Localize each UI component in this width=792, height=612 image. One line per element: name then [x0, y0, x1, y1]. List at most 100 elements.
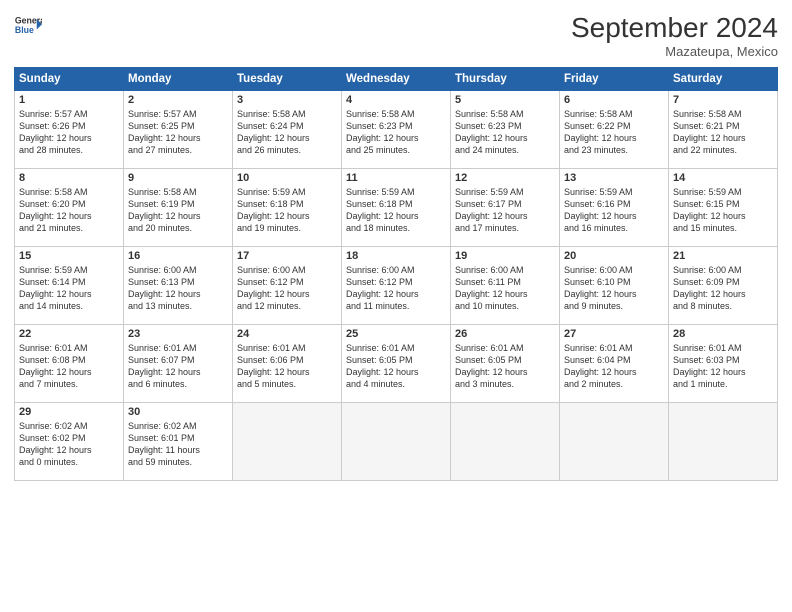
day-cell: 2 Sunrise: 5:57 AMSunset: 6:25 PMDaylight…	[124, 91, 233, 169]
day-cell: 23 Sunrise: 6:01 AMSunset: 6:07 PMDayligh…	[124, 325, 233, 403]
day-info: Sunrise: 5:58 AMSunset: 6:23 PMDaylight:…	[455, 108, 555, 157]
day-info: Sunrise: 6:01 AMSunset: 6:06 PMDaylight:…	[237, 342, 337, 391]
day-number: 29	[19, 406, 119, 418]
day-cell: 4 Sunrise: 5:58 AMSunset: 6:23 PMDaylight…	[342, 91, 451, 169]
day-number: 5	[455, 94, 555, 106]
day-number: 19	[455, 250, 555, 262]
day-number: 30	[128, 406, 228, 418]
day-info: Sunrise: 6:00 AMSunset: 6:11 PMDaylight:…	[455, 264, 555, 313]
day-number: 27	[564, 328, 664, 340]
day-info: Sunrise: 5:58 AMSunset: 6:22 PMDaylight:…	[564, 108, 664, 157]
day-number: 11	[346, 172, 446, 184]
day-number: 20	[564, 250, 664, 262]
logo-icon: General Blue	[14, 12, 42, 40]
day-cell: 18Sunrise: 6:00 AMSunset: 6:12 PMDayligh…	[342, 247, 451, 325]
day-info: Sunrise: 6:01 AMSunset: 6:03 PMDaylight:…	[673, 342, 773, 391]
svg-text:Blue: Blue	[15, 25, 34, 35]
day-info: Sunrise: 5:59 AMSunset: 6:16 PMDaylight:…	[564, 186, 664, 235]
day-cell: 20 Sunrise: 6:00 AMSunset: 6:10 PMDayligh…	[560, 247, 669, 325]
day-info: Sunrise: 6:01 AMSunset: 6:04 PMDaylight:…	[564, 342, 664, 391]
day-number: 18	[346, 250, 446, 262]
day-info: Sunrise: 5:59 AMSunset: 6:18 PMDaylight:…	[346, 186, 446, 235]
day-info: Sunrise: 5:58 AMSunset: 6:20 PMDaylight:…	[19, 186, 119, 235]
day-info: Sunrise: 6:01 AMSunset: 6:08 PMDaylight:…	[19, 342, 119, 391]
day-cell: 6 Sunrise: 5:58 AMSunset: 6:22 PMDaylight…	[560, 91, 669, 169]
title-block: September 2024 Mazateupa, Mexico	[571, 12, 778, 59]
day-number: 23	[128, 328, 228, 340]
day-info: Sunrise: 6:02 AMSunset: 6:02 PMDaylight:…	[19, 420, 119, 469]
day-info: Sunrise: 5:58 AMSunset: 6:23 PMDaylight:…	[346, 108, 446, 157]
day-info: Sunrise: 5:59 AMSunset: 6:14 PMDaylight:…	[19, 264, 119, 313]
day-number: 21	[673, 250, 773, 262]
day-cell: 29 Sunrise: 6:02 AMSunset: 6:02 PMDayligh…	[15, 403, 124, 481]
day-number: 4	[346, 94, 446, 106]
day-cell: 28 Sunrise: 6:01 AMSunset: 6:03 PMDayligh…	[669, 325, 778, 403]
day-info: Sunrise: 5:57 AMSunset: 6:26 PMDaylight:…	[19, 108, 119, 157]
day-cell	[560, 403, 669, 481]
calendar-container: General Blue September 2024 Mazateupa, M…	[0, 0, 792, 489]
day-number: 6	[564, 94, 664, 106]
col-sunday: Sunday	[15, 68, 124, 91]
day-cell: 11 Sunrise: 5:59 AMSunset: 6:18 PMDayligh…	[342, 169, 451, 247]
day-number: 17	[237, 250, 337, 262]
day-number: 12	[455, 172, 555, 184]
day-info: Sunrise: 6:00 AMSunset: 6:12 PMDaylight:…	[237, 264, 337, 313]
day-cell: 26 Sunrise: 6:01 AMSunset: 6:05 PMDayligh…	[451, 325, 560, 403]
day-cell: 15 Sunrise: 5:59 AMSunset: 6:14 PMDayligh…	[15, 247, 124, 325]
day-info: Sunrise: 5:59 AMSunset: 6:18 PMDaylight:…	[237, 186, 337, 235]
day-info: Sunrise: 6:01 AMSunset: 6:05 PMDaylight:…	[455, 342, 555, 391]
day-number: 10	[237, 172, 337, 184]
day-number: 16	[128, 250, 228, 262]
day-number: 9	[128, 172, 228, 184]
logo: General Blue	[14, 12, 42, 40]
day-cell: 13 Sunrise: 5:59 AMSunset: 6:16 PMDayligh…	[560, 169, 669, 247]
day-cell: 5 Sunrise: 5:58 AMSunset: 6:23 PMDaylight…	[451, 91, 560, 169]
header-row-days: Sunday Monday Tuesday Wednesday Thursday…	[15, 68, 778, 91]
col-wednesday: Wednesday	[342, 68, 451, 91]
day-number: 8	[19, 172, 119, 184]
day-cell: 1Sunrise: 5:57 AMSunset: 6:26 PMDaylight…	[15, 91, 124, 169]
day-number: 2	[128, 94, 228, 106]
day-number: 28	[673, 328, 773, 340]
day-cell: 27 Sunrise: 6:01 AMSunset: 6:04 PMDayligh…	[560, 325, 669, 403]
day-number: 26	[455, 328, 555, 340]
col-thursday: Thursday	[451, 68, 560, 91]
day-info: Sunrise: 6:02 AMSunset: 6:01 PMDaylight:…	[128, 420, 228, 469]
day-cell: 21 Sunrise: 6:00 AMSunset: 6:09 PMDayligh…	[669, 247, 778, 325]
col-saturday: Saturday	[669, 68, 778, 91]
day-info: Sunrise: 5:57 AMSunset: 6:25 PMDaylight:…	[128, 108, 228, 157]
col-tuesday: Tuesday	[233, 68, 342, 91]
day-cell: 16Sunrise: 6:00 AMSunset: 6:13 PMDayligh…	[124, 247, 233, 325]
day-cell: 25Sunrise: 6:01 AMSunset: 6:05 PMDayligh…	[342, 325, 451, 403]
day-cell: 14Sunrise: 5:59 AMSunset: 6:15 PMDayligh…	[669, 169, 778, 247]
day-info: Sunrise: 6:01 AMSunset: 6:07 PMDaylight:…	[128, 342, 228, 391]
day-cell: 22Sunrise: 6:01 AMSunset: 6:08 PMDayligh…	[15, 325, 124, 403]
day-cell: 12Sunrise: 5:59 AMSunset: 6:17 PMDayligh…	[451, 169, 560, 247]
day-info: Sunrise: 5:58 AMSunset: 6:19 PMDaylight:…	[128, 186, 228, 235]
day-number: 13	[564, 172, 664, 184]
col-friday: Friday	[560, 68, 669, 91]
week-row-5: 29 Sunrise: 6:02 AMSunset: 6:02 PMDayligh…	[15, 403, 778, 481]
header-row: General Blue September 2024 Mazateupa, M…	[14, 12, 778, 59]
day-cell	[451, 403, 560, 481]
day-cell: 17 Sunrise: 6:00 AMSunset: 6:12 PMDayligh…	[233, 247, 342, 325]
day-info: Sunrise: 6:00 AMSunset: 6:10 PMDaylight:…	[564, 264, 664, 313]
calendar-table: Sunday Monday Tuesday Wednesday Thursday…	[14, 67, 778, 481]
day-number: 7	[673, 94, 773, 106]
day-cell	[669, 403, 778, 481]
day-cell: 24Sunrise: 6:01 AMSunset: 6:06 PMDayligh…	[233, 325, 342, 403]
day-info: Sunrise: 5:58 AMSunset: 6:24 PMDaylight:…	[237, 108, 337, 157]
week-row-1: 1Sunrise: 5:57 AMSunset: 6:26 PMDaylight…	[15, 91, 778, 169]
week-row-3: 15 Sunrise: 5:59 AMSunset: 6:14 PMDayligh…	[15, 247, 778, 325]
day-number: 25	[346, 328, 446, 340]
day-info: Sunrise: 5:59 AMSunset: 6:15 PMDaylight:…	[673, 186, 773, 235]
day-info: Sunrise: 6:00 AMSunset: 6:09 PMDaylight:…	[673, 264, 773, 313]
day-number: 15	[19, 250, 119, 262]
col-monday: Monday	[124, 68, 233, 91]
day-cell: 7 Sunrise: 5:58 AMSunset: 6:21 PMDaylight…	[669, 91, 778, 169]
day-cell	[342, 403, 451, 481]
location: Mazateupa, Mexico	[571, 44, 778, 59]
day-cell: 3Sunrise: 5:58 AMSunset: 6:24 PMDaylight…	[233, 91, 342, 169]
day-cell	[233, 403, 342, 481]
day-info: Sunrise: 5:58 AMSunset: 6:21 PMDaylight:…	[673, 108, 773, 157]
